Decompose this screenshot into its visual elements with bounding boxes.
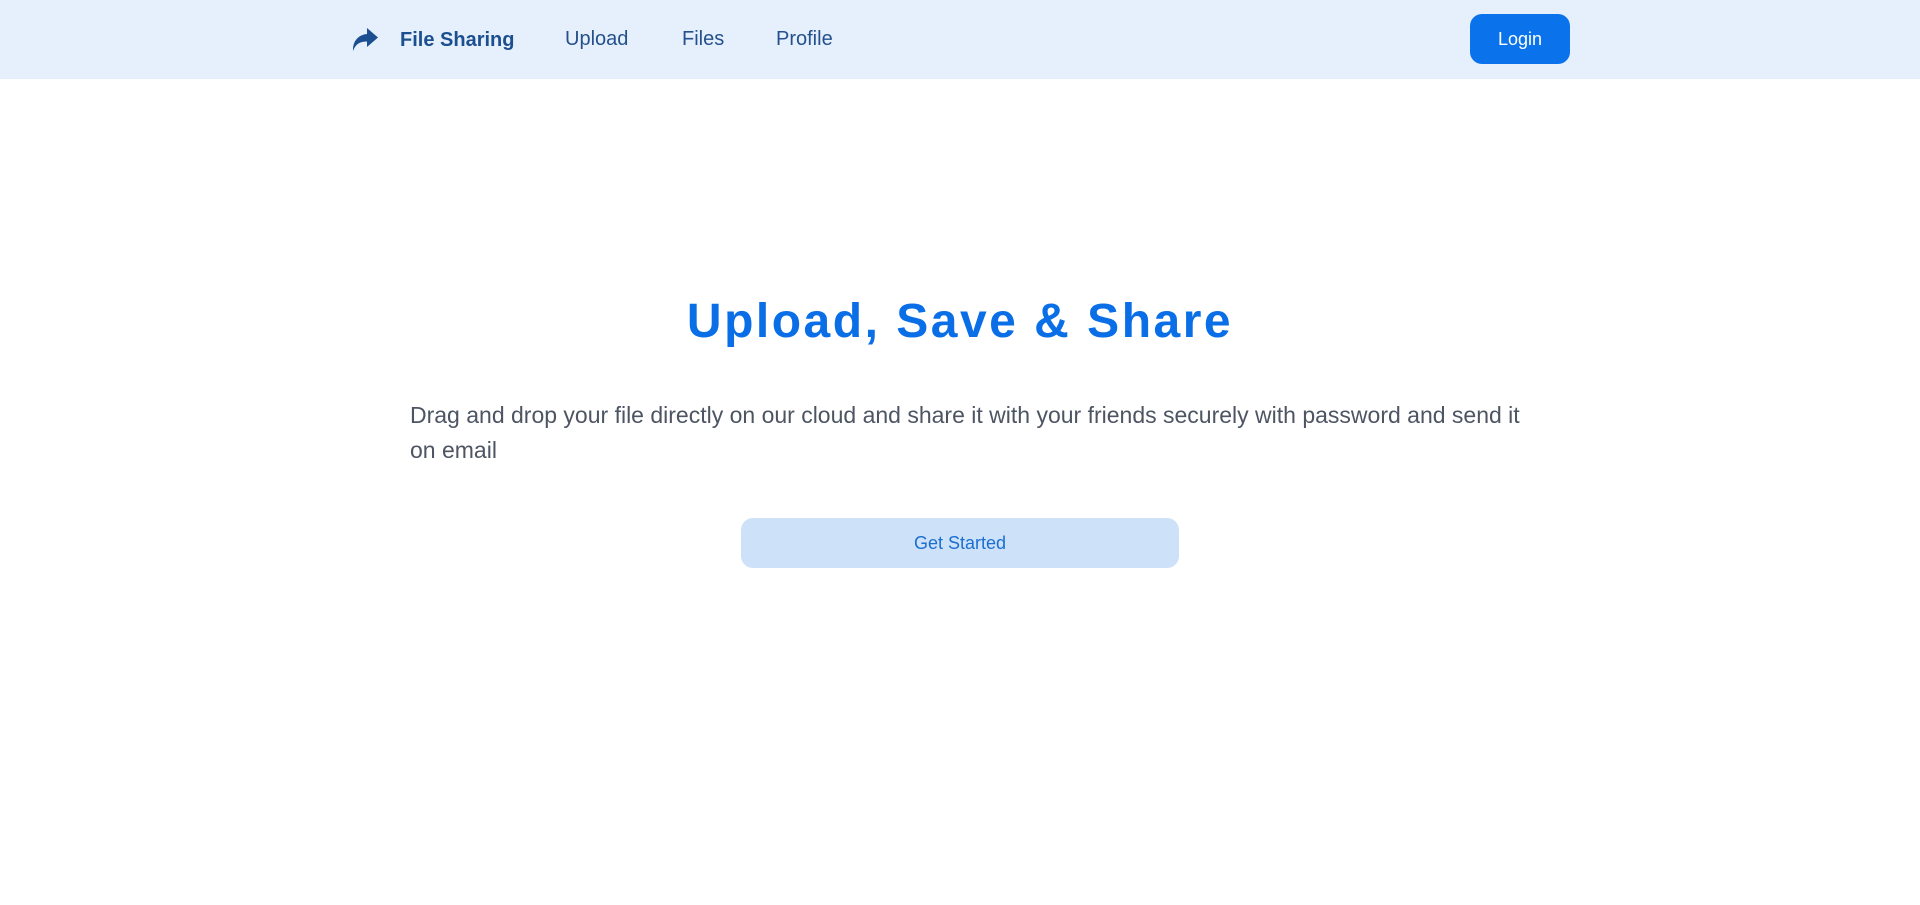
brand-link[interactable]: File Sharing [348,22,514,58]
share-arrow-icon [348,24,380,56]
hero-title: Upload, Save & Share [686,295,1234,348]
get-started-button[interactable]: Get Started [741,518,1179,568]
nav-upload-link[interactable]: Upload [565,27,628,51]
brand-title: File Sharing [400,28,515,51]
login-button[interactable]: Login [1470,14,1570,64]
nav-profile-link[interactable]: Profile [776,27,833,51]
hero-description: Drag and drop your file directly on our … [410,402,1520,463]
navbar: File Sharing Upload Files Profile Login [0,0,1920,79]
nav-files-link[interactable]: Files [682,27,724,51]
